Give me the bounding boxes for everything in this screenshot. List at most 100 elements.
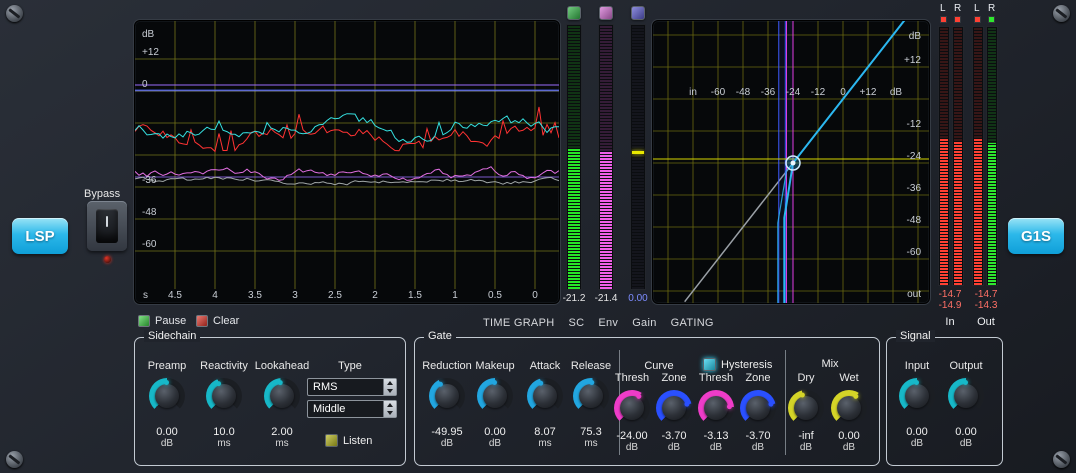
svg-text:0: 0 [142,79,148,90]
out-right-peak-led [988,16,995,23]
output-gain-control: Output 0.00 dB [942,360,990,449]
svg-text:-36: -36 [907,183,922,194]
sc-meter-toggle[interactable] [567,6,581,20]
hysteresis-label: Hysteresis [721,359,772,371]
gain-meter-toggle[interactable] [631,6,645,20]
spin-up-icon[interactable] [384,379,396,387]
svg-text:-36: -36 [761,87,776,98]
svg-text:+12: +12 [142,47,159,58]
gating-curve-plot: in-60-48-36-24-120+12dBdB+12-12-24-36-48… [653,21,929,303]
output-meter-left [972,26,984,286]
svg-text:-48: -48 [142,207,157,218]
dry-control: Dry -inf dB [783,372,829,453]
reduction-control: Reduction -49.95 dB [421,360,473,449]
hyst-zone-knob[interactable] [740,390,776,426]
signal-panel: Signal Input 0.00 dB Output 0.00 dB [886,337,1003,466]
svg-text:-48: -48 [907,215,922,226]
plugin-id-badge: G1S [1008,218,1064,254]
attack-unit: ms [519,438,571,449]
gate-title: Gate [424,330,456,342]
gain-meter [630,24,646,290]
spinner-buttons[interactable] [383,379,396,395]
svg-text:0: 0 [840,87,846,98]
thresh-label: Thresh [609,372,655,386]
plugin-window: LSP G1S Bypass dB+120-36-48-60s4.543.532… [0,0,1076,473]
out-meter-value-1: -14.7 [970,289,1002,300]
sc-source-select[interactable]: Middle [307,400,397,418]
reactivity-knob[interactable] [206,378,242,414]
hysteresis-toggle[interactable]: Hysteresis [703,358,772,371]
spinner-buttons[interactable] [383,401,396,417]
makeup-knob[interactable] [477,378,513,414]
screw-icon [1053,5,1070,22]
preamp-control: Preamp 0.00 dB [139,360,195,449]
svg-text:0.5: 0.5 [488,290,502,301]
gate-panel: Gate Reduction -49.95 dB Makeup 0.00 dB … [414,337,880,466]
lookahead-control: Lookahead 2.00 ms [254,360,310,449]
zone-knob[interactable] [656,390,692,426]
svg-text:-24: -24 [907,151,922,162]
zone-control: Zone -3.70 dB [651,372,697,453]
output-gain-knob[interactable] [948,378,984,414]
hyst-zone-unit: dB [735,442,781,453]
hysteresis-led-icon [703,358,716,371]
in-right-label: R [954,3,961,14]
svg-text:+12: +12 [860,87,877,98]
release-knob[interactable] [573,378,609,414]
listen-toggle[interactable]: Listen [325,434,372,447]
clear-button[interactable]: Clear [196,315,239,327]
svg-text:-12: -12 [811,87,826,98]
in-caption: In [934,316,966,328]
clear-label: Clear [213,315,239,327]
sc-type-label: Type [315,360,385,372]
lookahead-label: Lookahead [254,360,310,374]
svg-text:2.5: 2.5 [328,290,342,301]
attack-label: Attack [519,360,571,374]
svg-text:1: 1 [452,290,458,301]
makeup-control: Makeup 0.00 dB [469,360,521,449]
output-meter-right [986,26,998,286]
reduction-knob[interactable] [429,378,465,414]
sidechain-title: Sidechain [144,330,200,342]
gating-curve-graph[interactable]: in-60-48-36-24-120+12dBdB+12-12-24-36-48… [652,20,930,304]
spin-down-icon[interactable] [384,387,396,395]
spin-down-icon[interactable] [384,409,396,417]
thresh-knob[interactable] [614,390,650,426]
out-meter-value-2: -14.3 [970,300,1002,311]
env-meter-toggle[interactable] [599,6,613,20]
out-left-peak-led [974,16,981,23]
pause-button[interactable]: Pause [138,315,186,327]
svg-text:in: in [689,87,697,98]
hyst-thresh-knob[interactable] [698,390,734,426]
lookahead-knob[interactable] [264,378,300,414]
makeup-unit: dB [469,438,521,449]
dry-knob[interactable] [788,390,824,426]
screw-icon [1053,451,1070,468]
screw-icon [6,5,23,22]
gain-meter-value: 0.00 [622,293,654,304]
sc-meter-value: -21.2 [558,293,590,304]
input-gain-label: Input [893,360,941,374]
reduction-value: -49.95 [421,426,473,438]
spin-up-icon[interactable] [384,401,396,409]
lookahead-unit: ms [254,438,310,449]
wet-knob[interactable] [831,390,867,426]
attack-knob[interactable] [527,378,563,414]
output-gain-unit: dB [942,438,990,449]
thresh-value: -24.00 [609,430,655,442]
wet-control: Wet 0.00 dB [826,372,872,453]
attack-control: Attack 8.07 ms [519,360,571,449]
svg-text:3.5: 3.5 [248,290,262,301]
hyst-thresh-value: -3.13 [693,430,739,442]
signal-title: Signal [896,330,935,342]
zone-value: -3.70 [651,430,697,442]
input-gain-knob[interactable] [899,378,935,414]
preamp-knob[interactable] [149,378,185,414]
pause-led-icon [138,315,150,327]
sc-type-select[interactable]: RMS [307,378,397,396]
reduction-unit: dB [421,438,473,449]
reactivity-value: 10.0 [196,426,252,438]
bypass-switch[interactable] [87,201,127,251]
bypass-rocker-icon [96,209,118,243]
lsp-logo-button[interactable]: LSP [12,218,68,254]
